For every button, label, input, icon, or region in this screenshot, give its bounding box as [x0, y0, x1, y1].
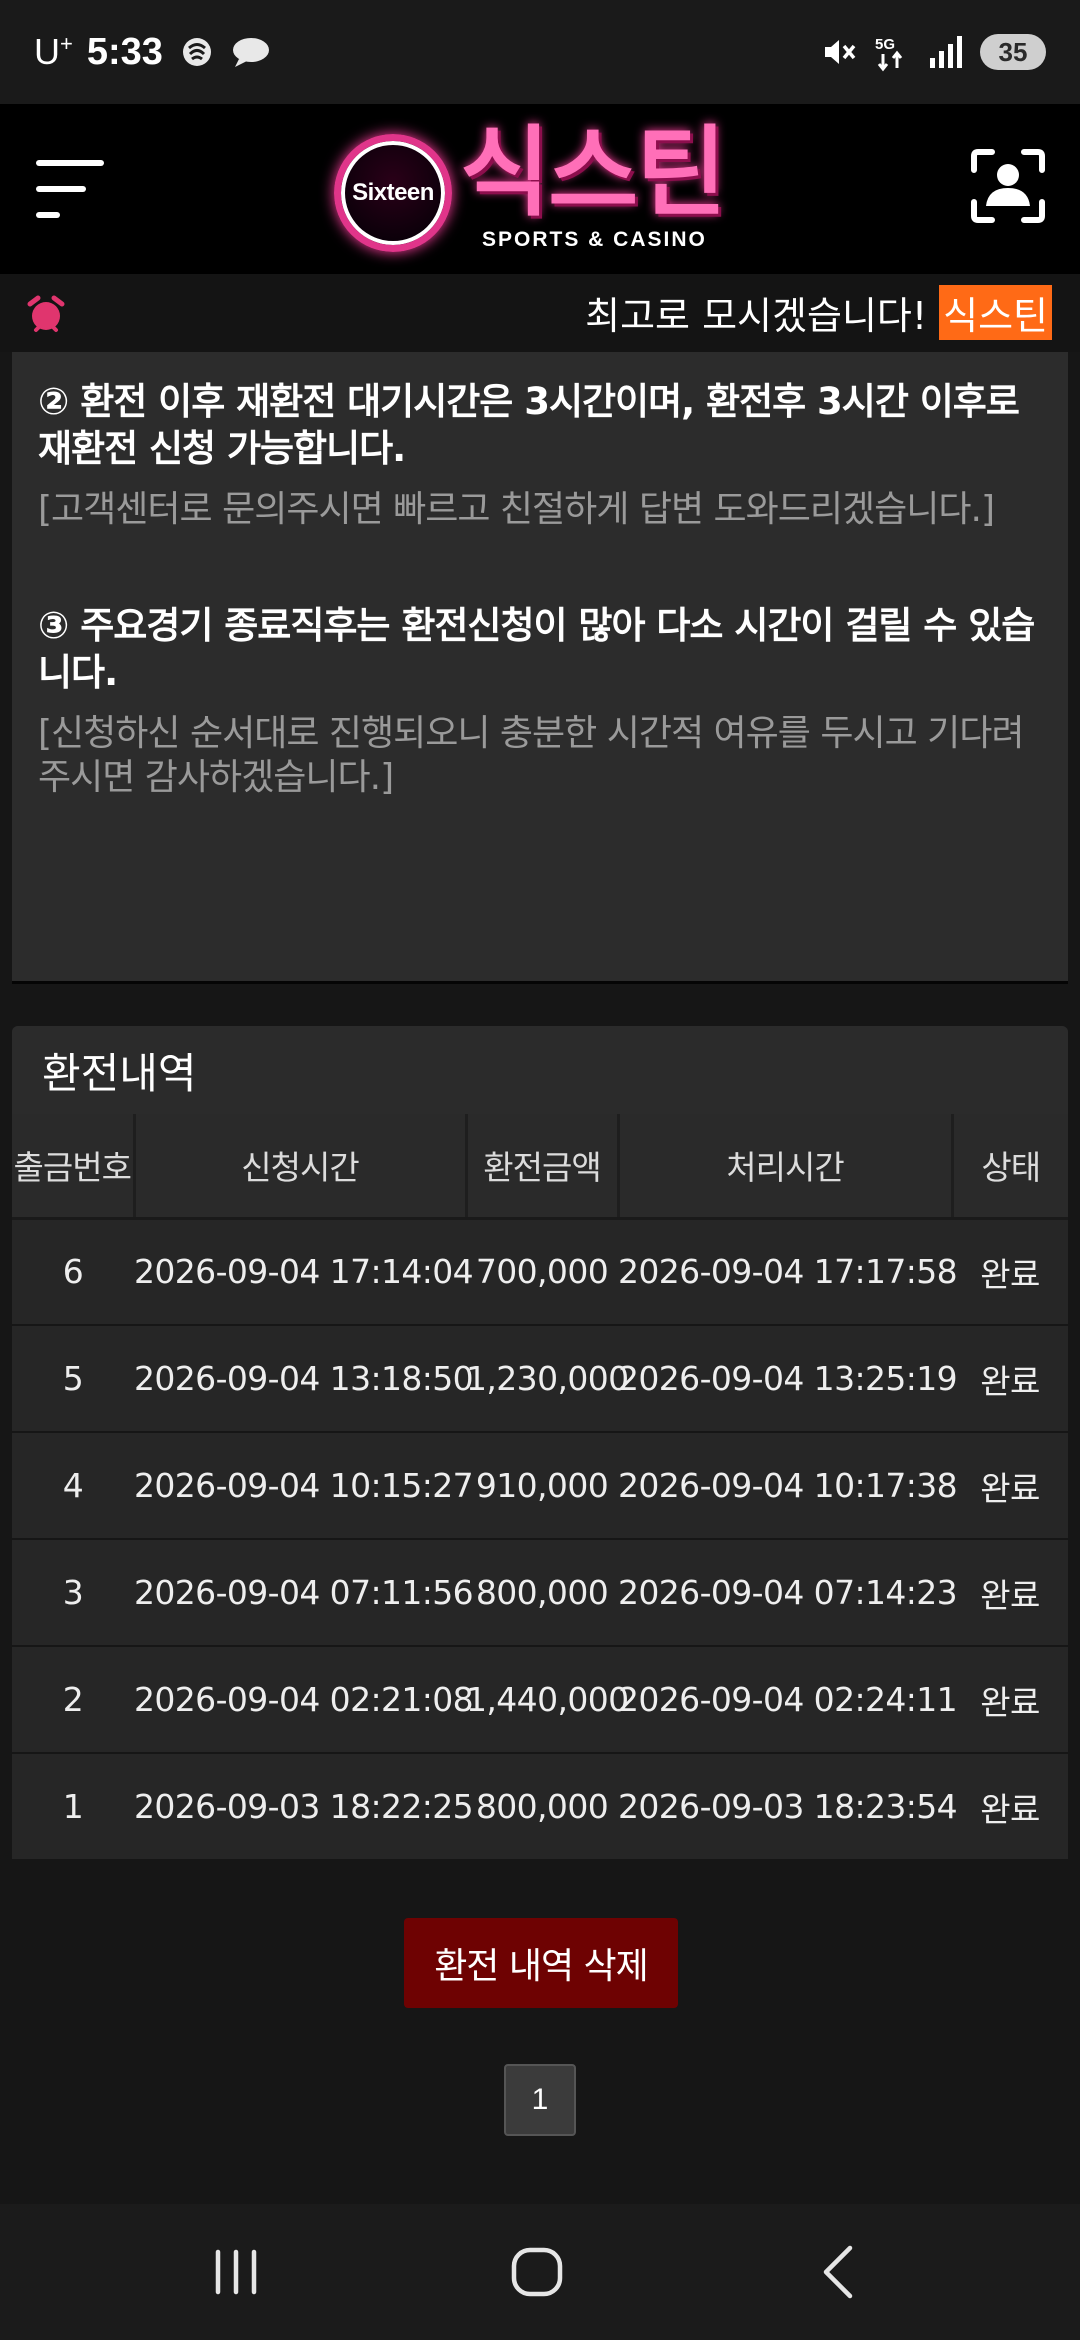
exchange-notice-panel: ② 환전 이후 재환전 대기시간은 3시간이며, 환전후 3시간 이후로 재환전… — [12, 352, 1068, 984]
exchange-history-panel: 환전내역 출금번호 신청시간 환전금액 처리시간 상태 6 2026-09-04… — [12, 1026, 1068, 1861]
svg-text:5G: 5G — [875, 36, 895, 53]
cell-amount: 800,000 — [466, 1539, 618, 1647]
status-bar-right: 5G 35 — [818, 32, 1046, 72]
table-row: 2 2026-09-04 02:21:08 1,440,000 2026-09-… — [12, 1646, 1068, 1754]
cell-processed-time: 2026-09-04 13:25:19 — [618, 1325, 958, 1433]
table-header-row: 출금번호 신청시간 환전금액 처리시간 상태 — [12, 1114, 1068, 1220]
pagination-page-1[interactable]: 1 — [504, 2064, 576, 2136]
battery-indicator: 35 — [980, 34, 1046, 70]
cell-withdrawal-no: 2 — [12, 1646, 134, 1754]
notice-item-3-note: [신청하신 순서대로 진행되오니 충분한 시간적 여유를 두시고 기다려 주시면… — [38, 713, 1025, 798]
home-icon[interactable] — [506, 2240, 570, 2304]
cell-status: 완료 — [952, 1539, 1068, 1647]
logo-title: 식스틴 — [460, 116, 726, 230]
back-icon[interactable] — [808, 2240, 872, 2304]
hamburger-menu-icon[interactable] — [36, 156, 106, 222]
cell-request-time: 2026-09-04 17:14:04 — [134, 1218, 474, 1326]
cell-status: 완료 — [952, 1218, 1068, 1326]
site-logo[interactable]: Sixteen 식스틴 SPORTS & CASINO — [334, 124, 744, 254]
cell-amount: 910,000 — [466, 1432, 618, 1540]
chat-notification-icon — [231, 32, 271, 72]
table-row: 4 2026-09-04 10:15:27 910,000 2026-09-04… — [12, 1432, 1068, 1540]
table-row: 3 2026-09-04 07:11:56 800,000 2026-09-04… — [12, 1539, 1068, 1647]
alarm-bell-icon — [24, 294, 68, 334]
cell-withdrawal-no: 4 — [12, 1432, 134, 1540]
ticker-text: 최고로 모시겠습니다! — [585, 293, 928, 338]
cell-amount: 1,230,000 — [466, 1325, 629, 1433]
logo-subtitle: SPORTS & CASINO — [482, 228, 707, 251]
ticker-highlight: 식스틴 — [939, 284, 1052, 340]
column-header-withdrawal-no: 출금번호 — [12, 1114, 136, 1220]
recents-icon[interactable] — [204, 2240, 268, 2304]
column-header-request-time: 신청시간 — [134, 1114, 468, 1220]
carrier-label: U+ — [34, 31, 73, 72]
history-title: 환전내역 — [12, 1026, 1068, 1114]
cell-request-time: 2026-09-04 10:15:27 — [134, 1432, 474, 1540]
cell-amount: 1,440,000 — [466, 1646, 629, 1754]
network-5g-icon: 5G — [872, 32, 912, 72]
ticker-message: 최고로 모시겠습니다! 식스틴 — [585, 284, 1052, 340]
cell-processed-time: 2026-09-04 02:24:11 — [618, 1646, 958, 1754]
cell-processed-time: 2026-09-04 07:14:23 — [618, 1539, 958, 1647]
system-nav-bar — [0, 2204, 1080, 2340]
cell-request-time: 2026-09-03 18:22:25 — [134, 1753, 474, 1861]
user-scan-icon[interactable] — [970, 148, 1046, 224]
notice-item-3-title: ③ 주요경기 종료직후는 환전신청이 많아 다소 시간이 걸릴 수 있습니다. — [38, 604, 1035, 694]
mute-icon — [818, 32, 858, 72]
cell-request-time: 2026-09-04 07:11:56 — [134, 1539, 474, 1647]
signal-icon — [926, 32, 966, 72]
cell-withdrawal-no: 3 — [12, 1539, 134, 1647]
status-time: 5:33 — [86, 30, 163, 73]
site-header: Sixteen 식스틴 SPORTS & CASINO — [0, 104, 1080, 274]
cell-amount: 800,000 — [466, 1753, 618, 1861]
cell-withdrawal-no: 1 — [12, 1753, 134, 1861]
table-row: 6 2026-09-04 17:14:04 700,000 2026-09-04… — [12, 1218, 1068, 1326]
cell-processed-time: 2026-09-04 17:17:58 — [618, 1218, 958, 1326]
notice-item-2-title: ② 환전 이후 재환전 대기시간은 3시간이며, 환전후 3시간 이후로 재환전… — [38, 380, 1020, 470]
logo-badge: Sixteen — [334, 134, 452, 252]
cell-processed-time: 2026-09-04 10:17:38 — [618, 1432, 958, 1540]
delete-history-button[interactable]: 환전 내역 삭제 — [404, 1918, 678, 2008]
history-table: 출금번호 신청시간 환전금액 처리시간 상태 6 2026-09-04 17:1… — [12, 1114, 1068, 1861]
notice-item-2-note: [고객센터로 문의주시면 빠르고 친절하게 답변 도와드리겠습니다.] — [38, 489, 995, 530]
status-bar: U+ 5:33 5G 35 — [0, 0, 1080, 104]
announcement-ticker: 최고로 모시겠습니다! 식스틴 — [0, 274, 1080, 352]
cell-request-time: 2026-09-04 13:18:50 — [134, 1325, 474, 1433]
status-bar-left: U+ 5:33 — [34, 31, 271, 74]
table-row: 1 2026-09-03 18:22:25 800,000 2026-09-03… — [12, 1753, 1068, 1861]
cell-withdrawal-no: 6 — [12, 1218, 134, 1326]
app-notification-icon — [177, 32, 217, 72]
cell-status: 완료 — [952, 1646, 1068, 1754]
column-header-amount: 환전금액 — [466, 1114, 620, 1220]
cell-status: 완료 — [952, 1432, 1068, 1540]
cell-status: 완료 — [952, 1753, 1068, 1861]
cell-request-time: 2026-09-04 02:21:08 — [134, 1646, 474, 1754]
cell-withdrawal-no: 5 — [12, 1325, 134, 1433]
cell-status: 완료 — [952, 1325, 1068, 1433]
table-row: 5 2026-09-04 13:18:50 1,230,000 2026-09-… — [12, 1325, 1068, 1433]
column-header-processed-time: 처리시간 — [618, 1114, 954, 1220]
cell-processed-time: 2026-09-03 18:23:54 — [618, 1753, 958, 1861]
cell-amount: 700,000 — [466, 1218, 618, 1326]
column-header-status: 상태 — [952, 1114, 1068, 1220]
